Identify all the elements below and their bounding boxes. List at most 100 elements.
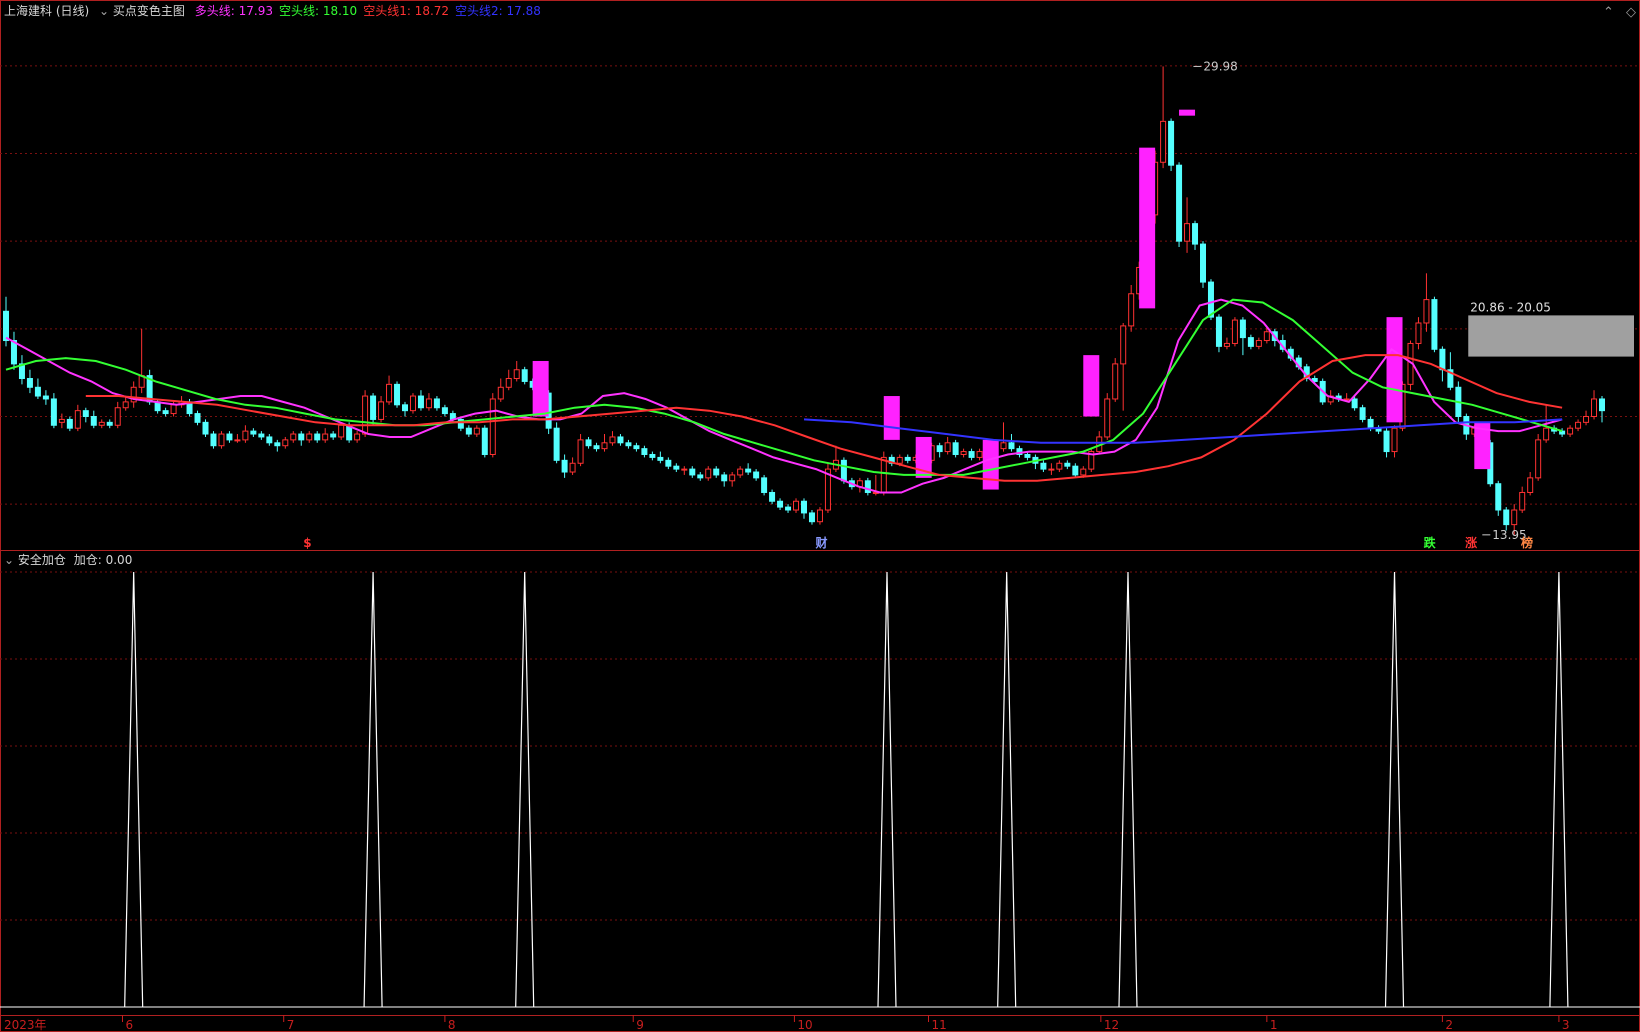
candle-body — [816, 509, 823, 523]
candle-body — [386, 383, 393, 403]
x-tick-label: 8 — [448, 1018, 456, 1032]
signal-spike — [1384, 571, 1405, 1008]
candle-body — [473, 427, 480, 435]
candle-body — [1591, 398, 1598, 418]
candle-body — [1184, 223, 1191, 242]
x-tick-label: 1 — [1270, 1018, 1278, 1032]
candle-body — [226, 433, 233, 441]
candle-body — [354, 433, 361, 441]
candle-body — [1223, 342, 1230, 347]
candle-body — [577, 439, 584, 464]
candle-body — [50, 398, 57, 426]
sub-indicator-dropdown-icon[interactable]: ⌄ — [4, 553, 14, 567]
candle-body — [82, 410, 89, 417]
candle-body — [1200, 243, 1206, 283]
candle-body — [394, 383, 401, 406]
candle-body — [3, 310, 9, 342]
candle-body — [90, 416, 97, 426]
candle-body — [441, 407, 448, 415]
candle-body — [777, 500, 784, 508]
candle-body — [74, 410, 81, 429]
candle-body — [42, 395, 49, 400]
candle-body — [425, 398, 432, 409]
candle-body — [202, 421, 209, 435]
indicator-dropdown-icon[interactable]: ⌄ — [99, 4, 109, 18]
legend-item: 多头线: 17.93 — [194, 4, 273, 18]
candle-body — [1431, 299, 1438, 350]
sub-indicator-name[interactable]: 安全加仓 — [18, 553, 66, 567]
candle-body — [330, 433, 337, 438]
candle-body — [681, 468, 688, 471]
candle-body — [282, 439, 289, 447]
candle-body — [481, 427, 488, 455]
candle-body — [601, 442, 608, 450]
candle-body — [362, 395, 369, 435]
legend-item: 空头线: 18.10 — [278, 4, 358, 18]
indicator-name[interactable]: 买点变色主图 — [113, 4, 185, 18]
candle-body — [370, 395, 377, 420]
candle-body — [769, 491, 776, 502]
sub-header-bar: ⌄ 安全加仓 加仓: 0.00 — [4, 553, 132, 567]
candle-body — [521, 369, 528, 382]
candle-body — [338, 424, 345, 438]
candle-body — [1543, 427, 1550, 441]
candle-body — [274, 442, 281, 447]
candle-body — [952, 442, 959, 455]
stock-title: 上海建科 (日线) — [4, 4, 90, 18]
candle-body — [162, 410, 169, 415]
candle-body — [1247, 337, 1254, 347]
candle-body — [609, 436, 616, 444]
diamond-icon[interactable]: ◇ — [1626, 6, 1636, 20]
candle-body — [793, 500, 800, 511]
candle-body — [234, 439, 241, 442]
candle-body — [1495, 483, 1502, 511]
candle-body — [713, 468, 720, 476]
candle-body — [721, 474, 728, 482]
sub-field-colon: : — [97, 553, 106, 567]
candle-body — [1008, 442, 1015, 450]
candle-body — [553, 427, 560, 461]
candle-body — [641, 448, 648, 455]
candle-body — [402, 404, 408, 412]
candle-body — [194, 413, 201, 423]
candle-body — [1351, 398, 1358, 409]
x-tick-label: 12 — [1104, 1018, 1119, 1032]
signal-spike — [877, 571, 897, 1008]
legend-item: 空头线1: 18.72 — [363, 4, 450, 18]
candle-body — [808, 512, 815, 523]
candle-body — [114, 407, 121, 426]
candle-body — [1072, 465, 1079, 476]
candle-body — [258, 433, 265, 438]
candle-body — [417, 395, 424, 409]
candle-body — [1000, 442, 1007, 450]
x-tick-label: 7 — [287, 1018, 295, 1032]
signal-candle — [1083, 355, 1100, 417]
candle-body — [242, 430, 249, 441]
zone-label: 20.86 - 20.05 — [1470, 300, 1551, 314]
candle-body — [170, 404, 177, 415]
candle-body — [489, 398, 496, 455]
candle-body — [1415, 322, 1422, 344]
candle-body — [593, 445, 600, 450]
signal-candle — [1139, 147, 1156, 309]
x-tick-label: 9 — [636, 1018, 644, 1032]
candle-body — [1231, 319, 1238, 344]
candle-body — [617, 436, 624, 444]
candle-body — [290, 433, 297, 441]
candle-body — [322, 433, 329, 441]
candle-body — [266, 436, 273, 444]
candle-body — [585, 439, 592, 447]
candle-body — [1192, 223, 1199, 245]
candle-body — [1104, 398, 1111, 438]
candle-body — [673, 465, 680, 470]
candle-body — [904, 456, 911, 461]
candle-body — [1535, 439, 1542, 479]
candle-body — [1064, 462, 1071, 467]
candle-body — [98, 421, 105, 426]
candle-body — [1527, 477, 1534, 493]
candle-body — [936, 445, 943, 453]
expand-icon[interactable]: ⌃ — [1603, 6, 1614, 20]
candle-body — [1040, 462, 1047, 470]
candle-body — [433, 398, 440, 409]
candle-body — [497, 386, 504, 400]
